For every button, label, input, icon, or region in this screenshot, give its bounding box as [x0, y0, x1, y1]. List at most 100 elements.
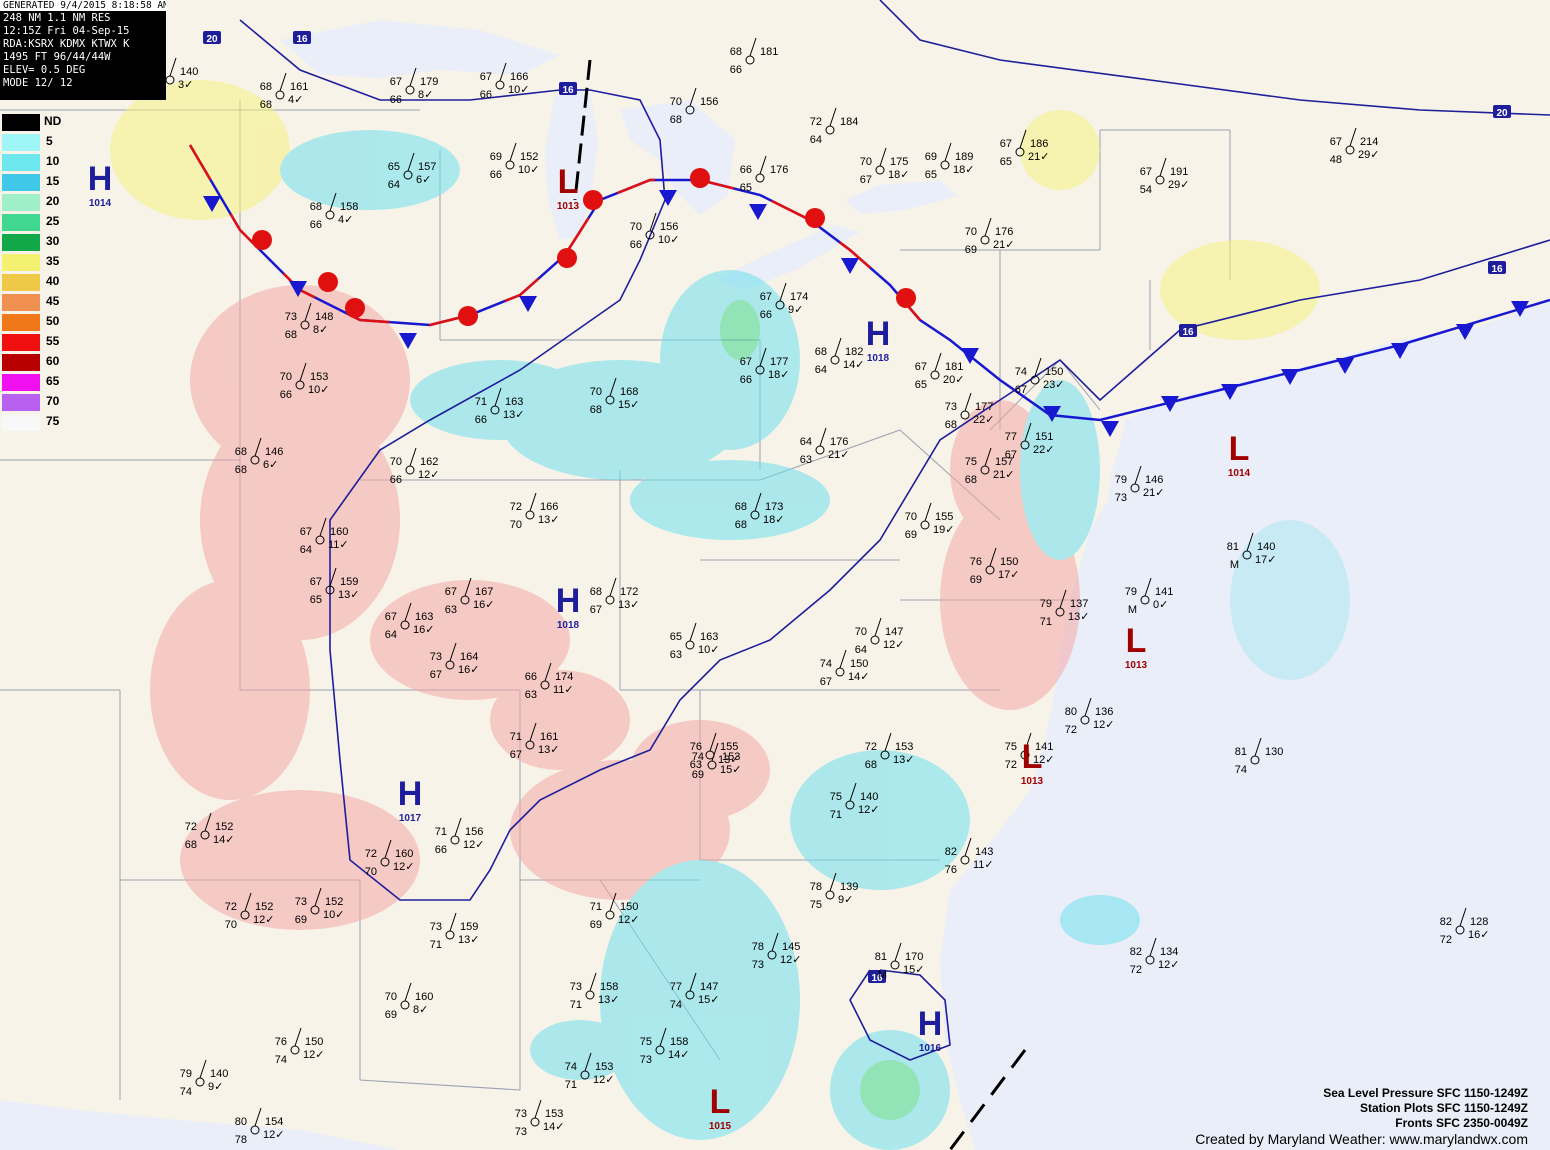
station-temperature: 67 [300, 526, 312, 538]
station-pressure: 152 [255, 901, 273, 913]
station-dewpoint: 48 [1330, 154, 1342, 166]
station-temperature: 82 [1130, 946, 1142, 958]
station-temperature: 67 [1330, 136, 1342, 148]
station-pressure-change: 12✓ [1158, 959, 1179, 971]
station-pressure: 154 [265, 1116, 283, 1128]
station-pressure: 153 [895, 741, 913, 753]
station-dewpoint: 76 [945, 864, 957, 876]
station-dewpoint: 72 [1005, 759, 1017, 771]
legend-label: 45 [46, 294, 60, 308]
station-pressure-change: 13✓ [338, 589, 359, 601]
station-temperature: 79 [1115, 474, 1127, 486]
legend-row: 45 [0, 292, 68, 312]
legend-label: 35 [46, 254, 60, 268]
station-pressure: 162 [420, 456, 438, 468]
station-dewpoint: 68 [185, 839, 197, 851]
station-dewpoint: 66 [280, 389, 292, 401]
station-dewpoint: 66 [740, 374, 752, 386]
station-pressure: 152 [215, 821, 233, 833]
station-dewpoint: 68 [865, 759, 877, 771]
station-dewpoint: 66 [390, 94, 402, 106]
station-dewpoint: 71 [830, 809, 842, 821]
pressure-center-value: 1017 [399, 813, 422, 824]
station-pressure-change: 12✓ [780, 954, 801, 966]
station-temperature: 73 [285, 311, 297, 323]
station-pressure-change: 29✓ [1358, 149, 1379, 161]
station-temperature: 79 [180, 1068, 192, 1080]
station-pressure-change: 21✓ [1143, 487, 1164, 499]
station-temperature: 70 [670, 96, 682, 108]
isobar-label: 16 [1488, 261, 1506, 275]
station-pressure-change: 10✓ [698, 644, 719, 656]
legend-swatch [2, 274, 40, 291]
legend-row: 25 [0, 212, 68, 232]
station-dewpoint: 67 [590, 604, 602, 616]
station-pressure-change: 15✓ [698, 994, 719, 1006]
station-pressure-change: 10✓ [508, 84, 529, 96]
radar-sites: RDA:KSRX KDMX KTWX K [3, 38, 130, 50]
station-pressure: 150 [1045, 366, 1063, 378]
station-pressure: 146 [265, 446, 283, 458]
station-dewpoint: 73 [1115, 492, 1127, 504]
legend-swatch [2, 134, 40, 151]
station-dewpoint: 63 [690, 759, 702, 771]
station-dewpoint: 70 [510, 519, 522, 531]
station-pressure-change: 12✓ [393, 861, 414, 873]
station-pressure: 163 [505, 396, 523, 408]
station-dewpoint: 66 [435, 844, 447, 856]
station-pressure: 160 [330, 526, 348, 538]
legend-row: 65 [0, 372, 68, 392]
station-pressure-change: 17✓ [998, 569, 1019, 581]
station-dewpoint: 66 [480, 89, 492, 101]
legend-label: 65 [46, 374, 60, 388]
legend-swatch [2, 254, 40, 271]
station-temperature: 77 [1005, 431, 1017, 443]
station-dewpoint: 71 [430, 939, 442, 951]
legend-row: 5 [0, 132, 68, 152]
legend-swatch [2, 174, 40, 191]
station-pressure: 160 [415, 991, 433, 1003]
station-temperature: 68 [730, 46, 742, 58]
station-pressure-change: 16✓ [458, 664, 479, 676]
station-pressure-change: 8✓ [413, 1004, 428, 1016]
station-pressure-change: 14✓ [213, 834, 234, 846]
station-pressure: 147 [885, 626, 903, 638]
station-temperature: 64 [800, 436, 812, 448]
isobar-label-text: 16 [1491, 264, 1503, 275]
station-pressure-change: 18✓ [768, 369, 789, 381]
station-pressure: 143 [975, 846, 993, 858]
station-pressure: 128 [1470, 916, 1488, 928]
warm-front-semicircle [583, 190, 603, 210]
station-pressure-change: 14✓ [848, 671, 869, 683]
station-dewpoint: M [1128, 604, 1137, 616]
legend-label: 60 [46, 354, 60, 368]
station-pressure-change: 18✓ [888, 169, 909, 181]
map-credits: Sea Level Pressure SFC 1150-1249Z Statio… [1195, 1086, 1528, 1148]
station-temperature: 79 [1040, 598, 1052, 610]
station-pressure: 184 [840, 116, 858, 128]
station-temperature: 76 [275, 1036, 287, 1048]
station-temperature: 68 [735, 501, 747, 513]
station-dewpoint: 69 [965, 244, 977, 256]
legend-row: 15 [0, 172, 68, 192]
elevation-angle: ELEV= 0.5 DEG [3, 64, 86, 76]
station-pressure-change: 13✓ [893, 754, 914, 766]
station-dewpoint: 63 [800, 454, 812, 466]
station-temperature: 73 [295, 896, 307, 908]
station-pressure-change: 16✓ [473, 599, 494, 611]
radar-time: 12:15Z Fri 04-Sep-15 [3, 25, 130, 37]
pressure-center-letter: H [88, 160, 113, 198]
station-pressure: 181 [760, 46, 778, 58]
isobar-label: 16 [1179, 324, 1197, 338]
station-temperature: 72 [510, 501, 522, 513]
radar-location: 1495 FT 96/44/44W [3, 51, 111, 63]
station-pressure: 140 [210, 1068, 228, 1080]
station-pressure: 186 [1030, 138, 1048, 150]
legend-label: 25 [46, 214, 60, 228]
station-pressure-change: 11✓ [328, 539, 349, 551]
legend-label: 20 [46, 194, 60, 208]
station-temperature: 68 [260, 81, 272, 93]
legend-row: 30 [0, 232, 68, 252]
station-temperature: 66 [525, 671, 537, 683]
station-temperature: 75 [1005, 741, 1017, 753]
